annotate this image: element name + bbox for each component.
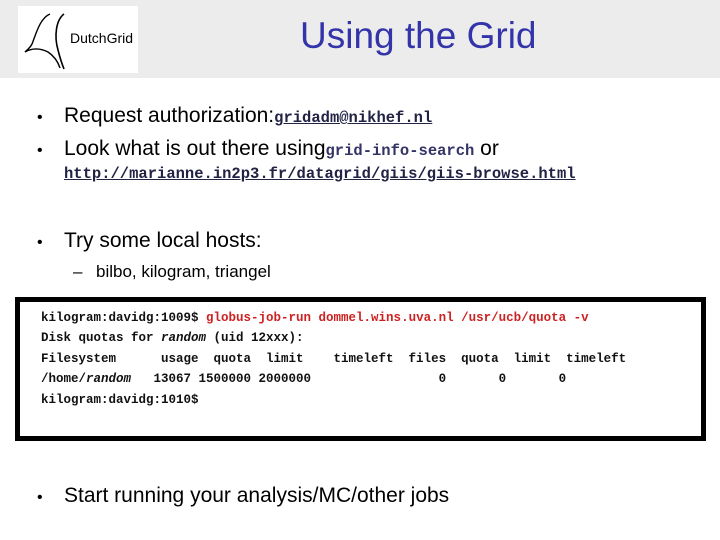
sub-bullet-hosts: – bilbo, kilogram, triangel <box>73 262 271 282</box>
dutchgrid-logo: DutchGrid <box>18 6 138 73</box>
slide-header: DutchGrid Using the Grid <box>0 0 720 78</box>
bullet-icon: • <box>37 142 43 159</box>
sub-bullet-text: bilbo, kilogram, triangel <box>96 262 271 281</box>
shell-prompt: kilogram:davidg:1010$ <box>41 393 199 407</box>
bullet-text: Request authorization: <box>64 104 275 127</box>
dash-icon: – <box>73 262 83 281</box>
bullet-icon: • <box>37 109 43 126</box>
terminal-output: kilogram:davidg:1009$ globus-job-run dom… <box>15 297 706 441</box>
terminal-text: /home/ <box>41 372 87 386</box>
terminal-line-disk-quotas: Disk quotas for random (uid 12xxx): <box>41 331 304 345</box>
terminal-line-quota-values: /home/random 13067 1500000 2000000 0 0 0 <box>41 372 566 386</box>
command-name: grid-info-search <box>325 142 475 160</box>
terminal-line-prompt: kilogram:davidg:1010$ <box>41 393 199 407</box>
terminal-text: (uid 12xxx): <box>206 331 304 345</box>
bullet-look-what-is-out-there: • Look what is out there using grid-info… <box>37 137 499 161</box>
shell-command: globus-job-run dommel.wins.uva.nl /usr/u… <box>206 311 589 325</box>
slide-title: Using the Grid <box>300 15 537 56</box>
shell-prompt: kilogram:davidg:1009$ <box>41 311 207 325</box>
email-link[interactable]: gridadm@nikhef.nl <box>274 109 432 127</box>
terminal-text: 13067 1500000 2000000 0 0 0 <box>131 372 567 386</box>
bullet-try-local-hosts: • Try some local hosts: <box>37 229 262 253</box>
bullet-text: Look what is out there using <box>64 137 326 160</box>
bullet-text: Try some local hosts: <box>64 229 262 252</box>
terminal-line-header: Filesystem usage quota limit timeleft fi… <box>41 352 626 366</box>
terminal-line-command: kilogram:davidg:1009$ globus-job-run dom… <box>41 311 589 325</box>
terminal-text: Filesystem usage quota limit timeleft fi… <box>41 352 627 366</box>
bullet-icon: • <box>37 489 43 506</box>
bullet-start-running: • Start running your analysis/MC/other j… <box>37 484 449 508</box>
bullet-request-authorization: • Request authorization: gridadm@nikhef.… <box>37 104 432 128</box>
terminal-user: random <box>161 331 207 345</box>
giis-browse-link[interactable]: http://marianne.in2p3.fr/datagrid/giis/g… <box>64 165 576 183</box>
terminal-user: random <box>86 372 132 386</box>
bullet-suffix: or <box>474 137 499 160</box>
bullet-icon: • <box>37 234 43 251</box>
bullet-text: Start running your analysis/MC/other job… <box>64 484 450 507</box>
dutchgrid-logo-icon: DutchGrid <box>24 13 133 70</box>
svg-text:DutchGrid: DutchGrid <box>70 30 133 46</box>
terminal-text: Disk quotas for <box>41 331 162 345</box>
